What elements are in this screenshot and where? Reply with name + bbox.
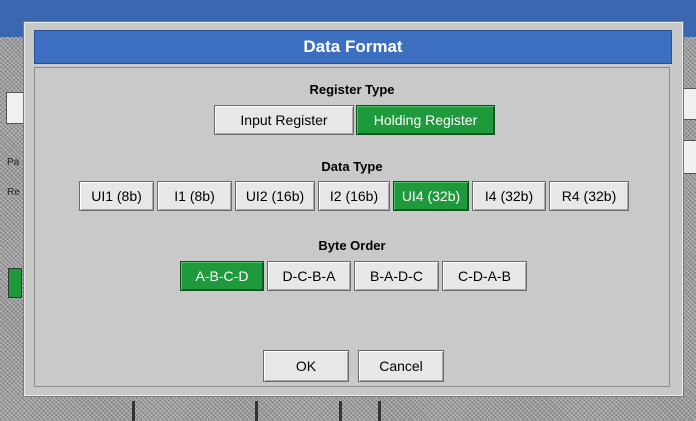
background-active-item <box>8 268 22 298</box>
divider <box>255 401 258 421</box>
cancel-button[interactable]: Cancel <box>358 350 444 382</box>
dialog-title: Data Format <box>34 30 672 64</box>
data-type-i2-button[interactable]: I2 (16b) <box>318 181 390 211</box>
byte-order-badc-button[interactable]: B-A-D-C <box>354 261 439 291</box>
data-type-ui1-button[interactable]: UI1 (8b) <box>79 181 154 211</box>
data-type-ui2-button[interactable]: UI2 (16b) <box>235 181 315 211</box>
byte-order-label: Byte Order <box>318 238 386 253</box>
background-label: Pa <box>7 157 20 168</box>
byte-order-abcd-button[interactable]: A-B-C-D <box>180 261 264 291</box>
background-bottom-bar <box>0 399 696 421</box>
byte-order-cdab-button[interactable]: C-D-A-B <box>442 261 527 291</box>
input-register-button[interactable]: Input Register <box>214 105 354 135</box>
background-label: Re <box>7 187 20 198</box>
data-type-ui4-button[interactable]: UI4 (32b) <box>393 181 469 211</box>
data-format-dialog: Data Format Register Type Input Register… <box>24 22 683 396</box>
divider <box>132 401 135 421</box>
data-type-i1-button[interactable]: I1 (8b) <box>157 181 232 211</box>
holding-register-button[interactable]: Holding Register <box>356 105 495 135</box>
data-type-i4-button[interactable]: I4 (32b) <box>472 181 546 211</box>
data-type-label: Data Type <box>321 159 383 174</box>
divider <box>378 401 381 421</box>
data-type-r4-button[interactable]: R4 (32b) <box>549 181 629 211</box>
divider <box>339 401 342 421</box>
byte-order-dcba-button[interactable]: D-C-B-A <box>267 261 351 291</box>
ok-button[interactable]: OK <box>263 350 349 382</box>
dialog-content: Register Type Input Register Holding Reg… <box>34 67 670 387</box>
register-type-label: Register Type <box>309 82 395 97</box>
